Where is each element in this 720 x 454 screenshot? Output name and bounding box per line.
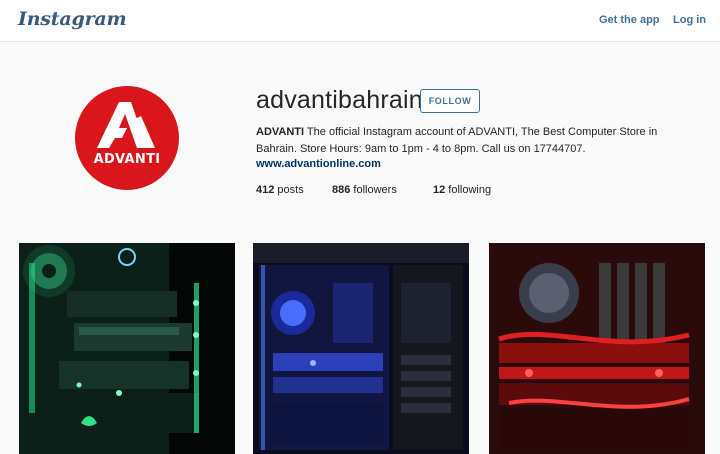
profile-bio: ADVANTI The official Instagram account o… [256, 124, 696, 158]
posts-label: posts [274, 184, 304, 196]
post-thumbnail[interactable] [489, 243, 705, 454]
followers-label: followers [350, 184, 397, 196]
avatar-brand-text: ADVANTI [93, 152, 161, 167]
red-pc-build-image [489, 243, 705, 454]
advanti-logo-icon [97, 102, 155, 148]
followers-count: 886 [332, 184, 351, 196]
instagram-logo[interactable]: Instagram [18, 8, 127, 30]
profile-username: advantibahrain [256, 86, 423, 114]
following-count: 12 [433, 184, 446, 196]
profile-website-link[interactable]: www.advantionline.com [256, 158, 381, 170]
posts-count: 412 [256, 184, 275, 196]
posts-count-stat: 412 posts [256, 184, 304, 196]
post-thumbnail[interactable] [253, 243, 469, 454]
bio-line-2: Bahrain. Store Hours: 9am to 1pm - 4 to … [256, 143, 586, 155]
followers-count-stat[interactable]: 886 followers [332, 184, 397, 196]
post-thumbnail[interactable] [19, 243, 235, 454]
follow-button[interactable]: FOLLOW [420, 89, 480, 113]
blue-pc-build-image [253, 243, 469, 454]
green-pc-build-image [19, 243, 235, 454]
following-count-stat[interactable]: 12 following [433, 184, 491, 196]
following-label: following [445, 184, 492, 196]
profile-avatar[interactable]: ADVANTI [75, 86, 179, 190]
bio-line-1: The official Instagram account of ADVANT… [304, 126, 658, 138]
top-navigation-bar: Instagram Get the app Log in [0, 0, 720, 42]
get-the-app-link[interactable]: Get the app [599, 14, 660, 26]
log-in-link[interactable]: Log in [673, 14, 706, 26]
bio-account-name: ADVANTI [256, 126, 305, 138]
